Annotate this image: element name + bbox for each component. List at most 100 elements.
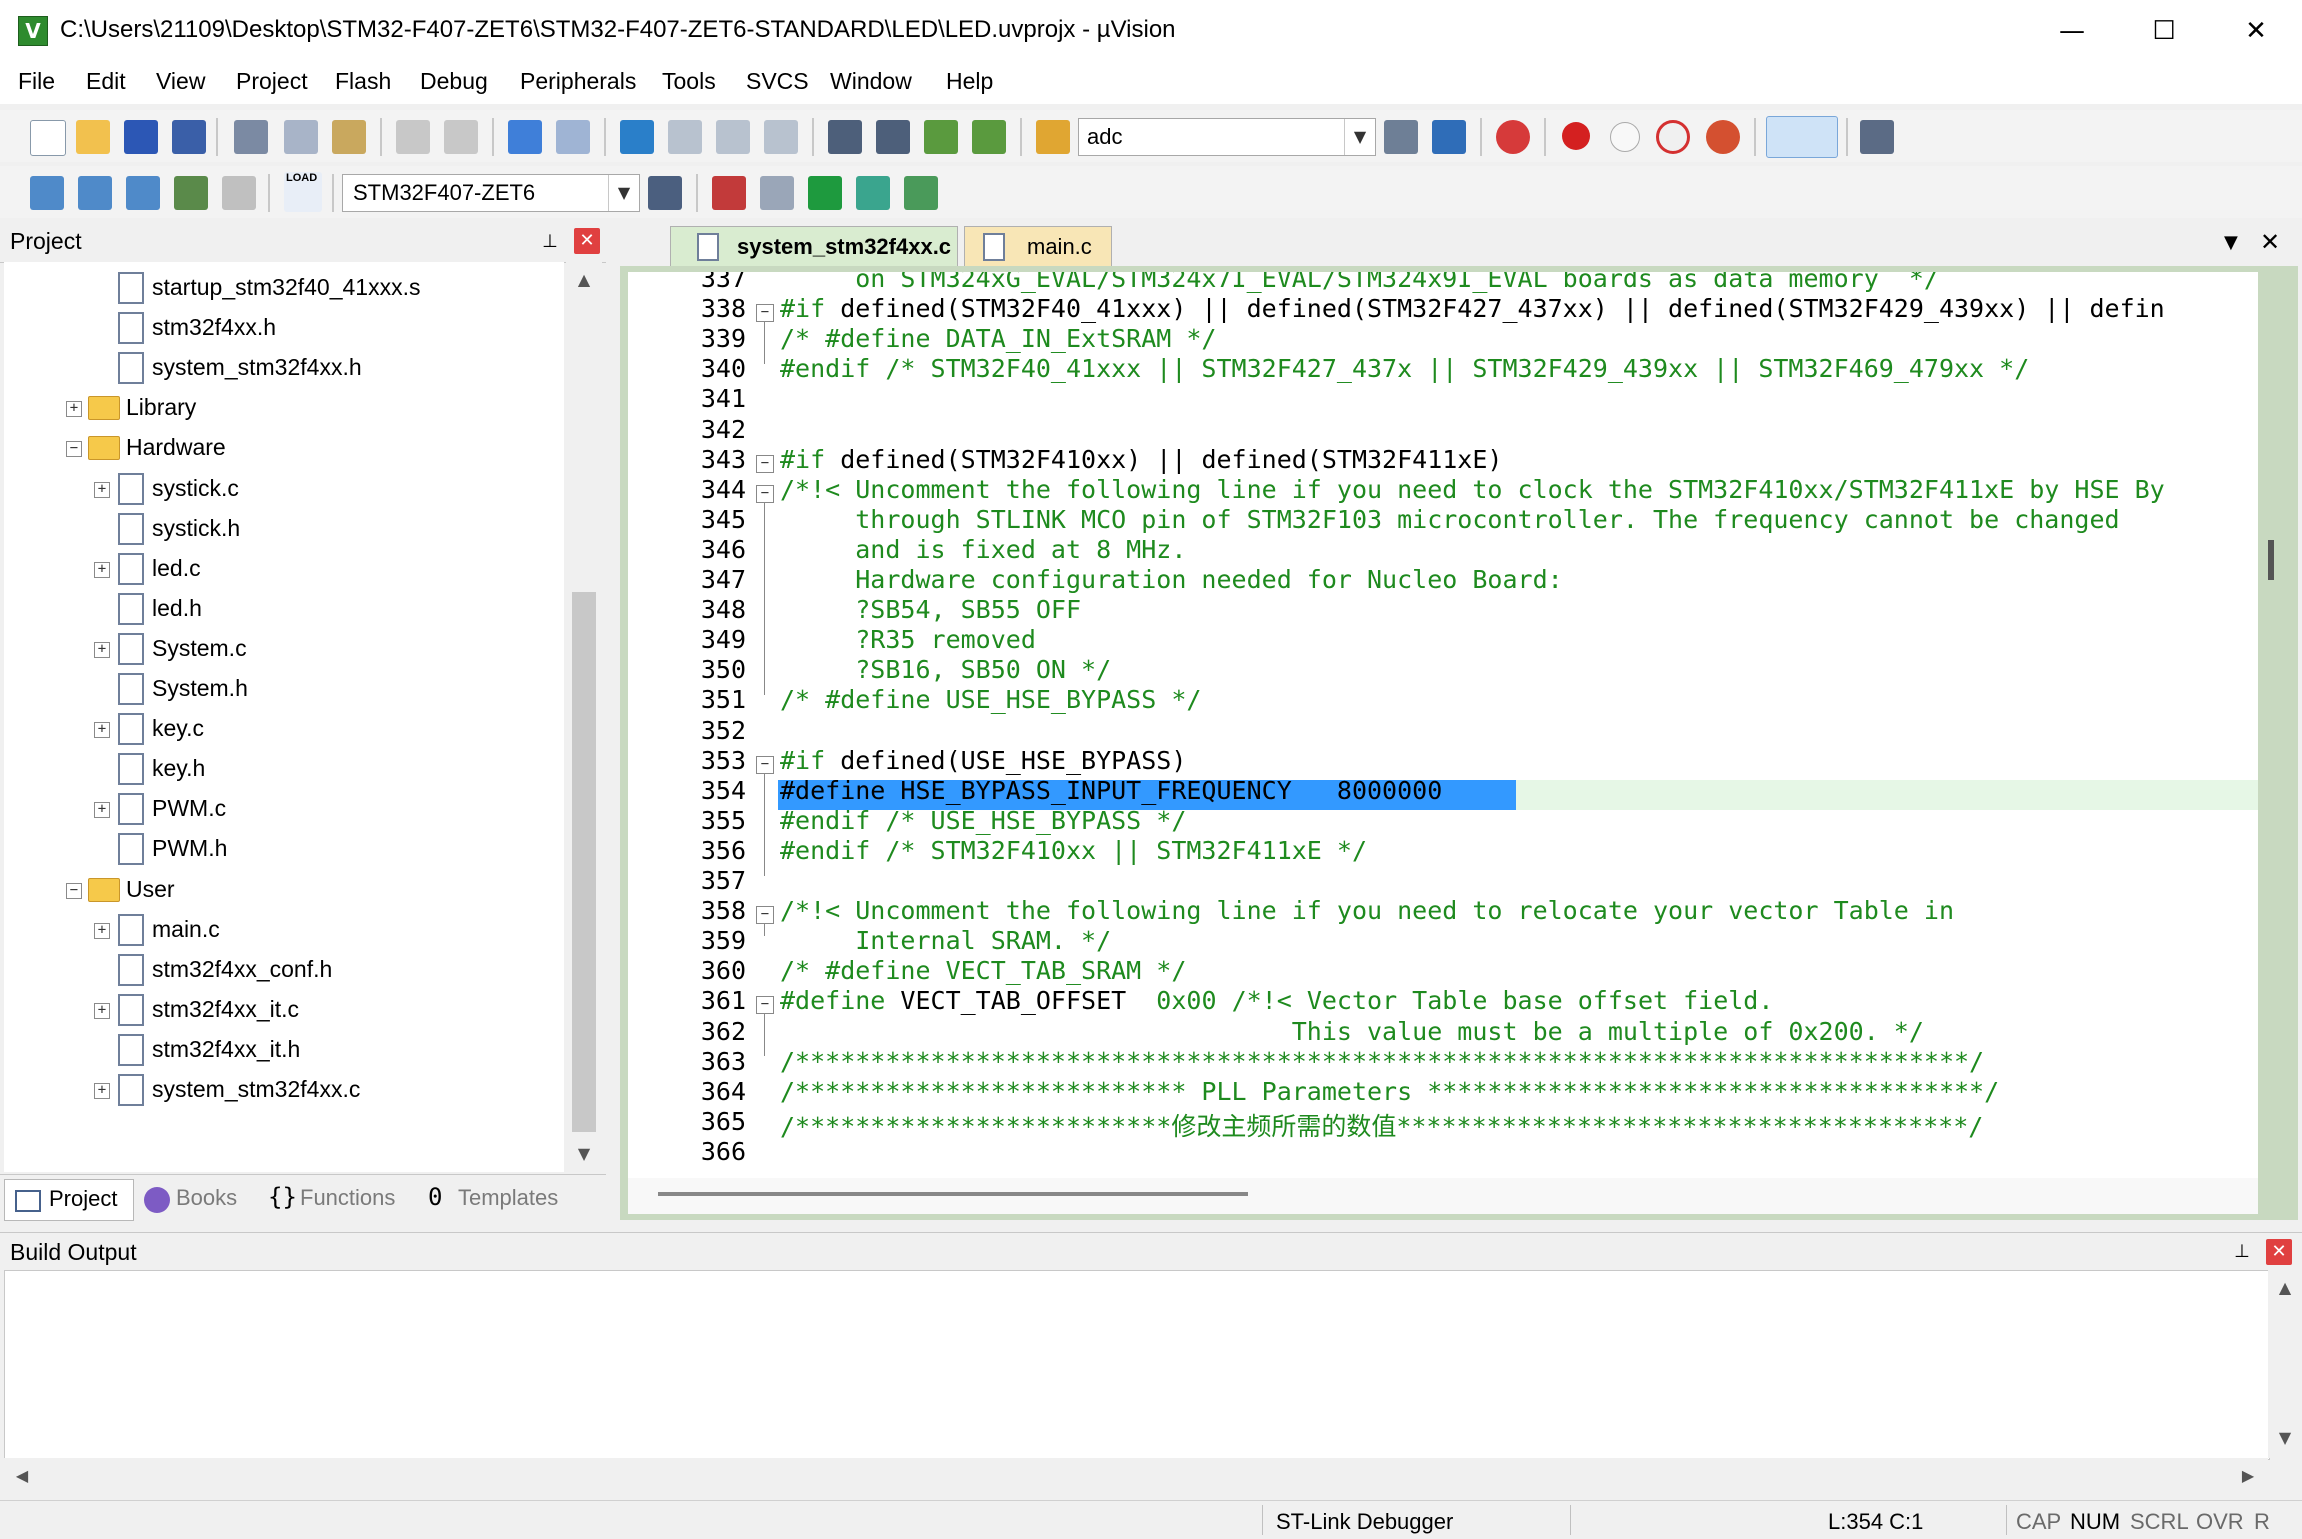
expand-icon[interactable]: + (94, 722, 110, 739)
tree-item[interactable]: + system_stm32f4xx.c (4, 1070, 564, 1110)
tab-books[interactable]: Books (140, 1179, 252, 1219)
scroll-right-icon[interactable]: ▶ (2230, 1458, 2266, 1494)
tree-item[interactable]: stm32f4xx_conf.h (4, 950, 564, 990)
window-layout-icon[interactable] (1766, 116, 1838, 158)
cut-icon[interactable] (234, 120, 268, 154)
expand-icon[interactable]: + (94, 1083, 110, 1099)
tree-item[interactable]: stm32f4xx_it.h (4, 1030, 564, 1070)
undo-icon[interactable] (396, 120, 430, 154)
tree-item[interactable]: + led.c (4, 549, 564, 589)
next-bookmark-icon[interactable] (716, 120, 750, 154)
scroll-up-icon[interactable]: ▲ (566, 262, 602, 298)
menu-debug[interactable]: Debug (420, 68, 488, 95)
expand-icon[interactable]: + (94, 481, 110, 498)
menu-file[interactable]: File (18, 68, 55, 95)
target-select[interactable]: STM32F407-ZET6 ▼ (342, 174, 640, 212)
redo-icon[interactable] (444, 120, 478, 154)
menu-help[interactable]: Help (946, 68, 993, 95)
copy-icon[interactable] (284, 120, 318, 154)
tree-item[interactable]: + Library (4, 388, 564, 428)
fold-collapse-icon[interactable]: − (756, 484, 774, 503)
pin-icon[interactable]: ⊥ (538, 230, 562, 254)
expand-icon[interactable]: + (94, 802, 110, 819)
save-icon[interactable] (124, 120, 158, 154)
scroll-left-icon[interactable]: ◀ (4, 1458, 40, 1494)
expand-icon[interactable]: + (94, 1002, 110, 1019)
tab-main-c[interactable]: main.c (964, 226, 1112, 267)
tab-list-chevron-icon[interactable]: ▼ (2224, 232, 2238, 253)
manage-rte-icon[interactable] (808, 176, 842, 210)
scroll-down-icon[interactable]: ▼ (566, 1136, 602, 1172)
breakpoint-icon[interactable] (1562, 122, 1590, 150)
menu-svcs[interactable]: SVCS (746, 68, 809, 95)
menu-flash[interactable]: Flash (335, 68, 391, 95)
scroll-up-icon[interactable]: ▲ (2268, 1270, 2302, 1306)
unindent-icon[interactable] (876, 120, 910, 154)
tree-item[interactable]: system_stm32f4xx.h (4, 348, 564, 388)
menu-tools[interactable]: Tools (662, 68, 716, 95)
translate-icon[interactable] (30, 176, 64, 210)
collapse-icon[interactable]: − (66, 882, 82, 899)
uncomment-icon[interactable] (972, 120, 1006, 154)
tree-item[interactable]: startup_stm32f40_41xxx.s (4, 268, 564, 308)
tree-item[interactable]: + systick.c (4, 469, 564, 509)
menu-edit[interactable]: Edit (86, 68, 126, 95)
tree-item[interactable]: PWM.h (4, 829, 564, 869)
tab-templates[interactable]: 0 Templates (424, 1179, 574, 1219)
indent-icon[interactable] (828, 120, 862, 154)
open-folder-icon[interactable] (76, 120, 110, 154)
expand-icon[interactable]: + (66, 401, 82, 418)
disable-breakpoint-icon[interactable] (1610, 122, 1640, 152)
code-editor[interactable]: 337 338 339 340 341 342 343 344 345 346 347 348 349 3… (628, 272, 2258, 1178)
event-recorder-icon[interactable] (904, 176, 938, 210)
tree-item[interactable]: + stm32f4xx_it.c (4, 990, 564, 1030)
new-file-icon[interactable] (30, 120, 66, 156)
fold-collapse-icon[interactable]: − (756, 906, 774, 925)
save-all-icon[interactable] (172, 120, 206, 154)
find-combo[interactable]: adc ▼ (1078, 118, 1376, 156)
build-output-hscrollbar[interactable]: ◀ ▶ (4, 1458, 2268, 1494)
tree-scroll-thumb[interactable] (572, 592, 596, 1132)
navigate-back-icon[interactable] (508, 120, 542, 154)
configure-icon[interactable] (1860, 120, 1894, 154)
batch-build-icon[interactable] (174, 176, 208, 210)
download-icon[interactable]: LOAD (284, 172, 322, 212)
tab-functions[interactable]: {} Functions (264, 1179, 414, 1219)
menu-view[interactable]: View (156, 68, 205, 95)
navigate-forward-icon[interactable] (556, 120, 590, 154)
tab-system-stm32f4xx-c[interactable]: system_stm32f4xx.c (670, 226, 958, 267)
rebuild-icon[interactable] (126, 176, 160, 210)
scroll-down-icon[interactable]: ▼ (2268, 1420, 2302, 1456)
tree-item[interactable]: − Hardware (4, 428, 564, 468)
tree-item[interactable]: + PWM.c (4, 789, 564, 829)
menu-peripherals[interactable]: Peripherals (520, 68, 636, 95)
expand-icon[interactable]: + (94, 641, 110, 658)
clear-bookmarks-icon[interactable] (764, 120, 798, 154)
editor-hscroll-thumb[interactable] (658, 1192, 1248, 1196)
tree-item[interactable]: System.h (4, 669, 564, 709)
fold-collapse-icon[interactable]: − (756, 454, 774, 473)
maximize-button[interactable]: ☐ (2118, 0, 2210, 62)
paste-icon[interactable] (332, 120, 366, 154)
find-in-files-icon[interactable] (1036, 120, 1070, 154)
build-icon[interactable] (78, 176, 112, 210)
build-output-vscrollbar[interactable]: ▲ ▼ (2268, 1270, 2302, 1458)
collapse-icon[interactable]: − (66, 441, 82, 458)
tree-item[interactable]: led.h (4, 589, 564, 629)
expand-icon[interactable]: + (94, 922, 110, 939)
tree-item[interactable]: + main.c (4, 910, 564, 950)
pin-icon[interactable]: ⊥ (2230, 1240, 2254, 1264)
comment-icon[interactable] (924, 120, 958, 154)
menu-project[interactable]: Project (236, 68, 308, 95)
fold-collapse-icon[interactable]: − (756, 996, 774, 1015)
select-packs-icon[interactable] (760, 176, 794, 210)
tree-item[interactable]: − User (4, 870, 564, 910)
menu-window[interactable]: Window (830, 68, 912, 95)
start-debug-icon[interactable] (1496, 120, 1530, 154)
manage-project-items-icon[interactable] (712, 176, 746, 210)
tab-project[interactable]: Project (4, 1179, 134, 1221)
chevron-down-icon[interactable]: ▼ (608, 175, 639, 211)
disable-all-breakpoints-icon[interactable] (1656, 120, 1690, 154)
tree-scrollbar[interactable]: ▲ ▼ (566, 262, 602, 1172)
options-for-target-icon[interactable] (648, 176, 682, 210)
